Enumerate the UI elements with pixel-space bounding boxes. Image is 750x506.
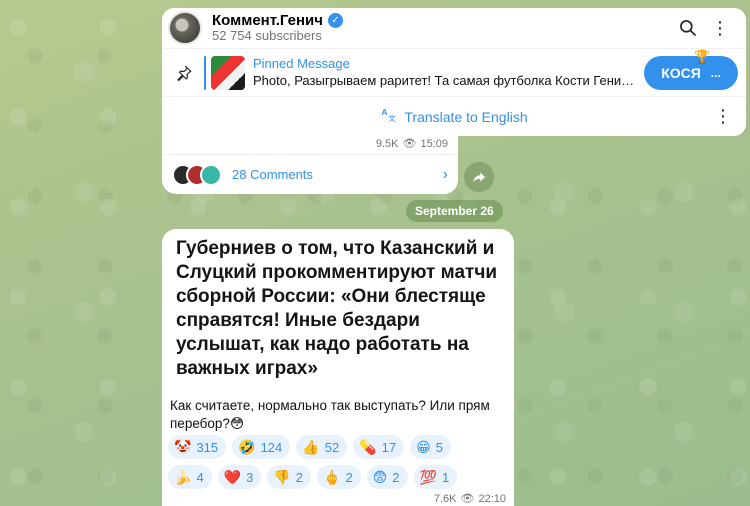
reaction-chip[interactable]: 💯 1: [413, 465, 458, 489]
more-vertical-icon[interactable]: ⋮: [714, 106, 732, 127]
translate-bar[interactable]: A文 Translate to English ⋮: [162, 96, 746, 136]
reaction-count: 2: [295, 469, 304, 485]
reaction-chip[interactable]: 😨 2: [366, 465, 408, 489]
eye-icon: 👁: [460, 493, 475, 505]
reaction-emoji-icon: 👍: [302, 438, 320, 455]
pinned-thumbnail: [211, 55, 245, 90]
reaction-count: 4: [196, 469, 204, 485]
reaction-chip[interactable]: 🖕 2: [317, 465, 361, 489]
reaction-emoji-icon: 🍌: [174, 468, 192, 485]
channel-title: Коммент.Генич: [212, 11, 323, 29]
pinned-preview: Photo, Разыгрываем раритет! Та самая фут…: [253, 72, 638, 88]
pinned-label: Pinned Message: [253, 56, 350, 72]
previous-post-views: 9.5K: [375, 137, 399, 150]
post-headline: Губерниев о том, что Казанский и Слуцкий…: [176, 238, 498, 379]
reaction-chip[interactable]: 👍 52: [296, 435, 348, 459]
comments-button[interactable]: 28 Comments ›: [162, 154, 458, 194]
reaction-emoji-icon: 👎: [273, 468, 291, 485]
channel-avatar[interactable]: [168, 11, 202, 45]
reaction-chip[interactable]: 💊 17: [353, 435, 405, 459]
translate-label: Translate to English: [404, 108, 528, 125]
reactions: 🤡 315 🤣 124 👍 52 💊 17 😁 5 🍌 4 ❤️ 3 👎 2 🖕 2 😨 2 💯 1: [168, 435, 508, 495]
reaction-emoji-icon: 💯: [419, 468, 437, 485]
pinned-message-bar[interactable]: Pinned Message Photo, Разыгрываем рарите…: [162, 48, 746, 96]
reaction-emoji-icon: 💊: [359, 438, 377, 455]
post-views: 7.6K: [433, 492, 457, 505]
reaction-chip[interactable]: ❤️ 3: [217, 465, 262, 489]
reaction-emoji-icon: 😨: [372, 468, 388, 485]
post-text: Как считаете, нормально так выступать? И…: [170, 398, 490, 431]
reaction-count: 1: [441, 469, 450, 485]
reaction-count: 17: [381, 439, 397, 455]
trophy-icon: 🏆: [694, 48, 711, 64]
chat-header[interactable]: Коммент.Генич ✓ 52 754 subscribers ⋮: [162, 8, 746, 48]
more-vertical-icon: ⋮: [711, 17, 729, 38]
svg-text:文: 文: [389, 113, 397, 123]
reaction-count: 3: [246, 469, 254, 485]
reaction-row: 🤡 315 🤣 124 👍 52 💊 17 😁 5: [168, 435, 508, 459]
date-separator: September 26: [406, 200, 503, 222]
previous-post-time: 15:09: [420, 137, 448, 150]
reaction-chip[interactable]: 🍌 4: [168, 465, 212, 489]
pinned-action-dots: ...: [710, 65, 721, 80]
search-button[interactable]: [672, 12, 704, 44]
pinned-indicator: [204, 55, 206, 90]
reaction-count: 2: [345, 469, 353, 485]
post-meta: 7.6K 👁 22:10: [433, 492, 506, 506]
reaction-count: 315: [196, 439, 219, 455]
reaction-chip[interactable]: 🤡 315: [168, 435, 227, 459]
channel-post: Губерниев о том, что Казанский и Слуцкий…: [162, 229, 514, 506]
reaction-count: 52: [324, 439, 340, 455]
reaction-chip[interactable]: 🤣 124: [232, 435, 291, 459]
reaction-emoji-icon: 🤣: [238, 438, 256, 455]
reaction-chip[interactable]: 😁 5: [410, 435, 451, 459]
post-time: 22:10: [478, 492, 506, 505]
more-menu-button[interactable]: ⋮: [704, 12, 736, 44]
share-button[interactable]: [464, 162, 494, 192]
previous-post-meta: 9.5K 👁 15:09: [375, 137, 448, 151]
reaction-emoji-icon: 😁: [416, 438, 431, 455]
reaction-chip[interactable]: 👎 2: [267, 465, 312, 489]
reaction-count: 2: [392, 469, 400, 485]
reaction-emoji-icon: 🤡: [174, 438, 192, 455]
search-icon: [680, 20, 696, 36]
reaction-row: 🍌 4 ❤️ 3 👎 2 🖕 2 😨 2 💯 1: [168, 465, 508, 489]
reaction-emoji-icon: 🖕: [323, 468, 341, 485]
pinned-action-button[interactable]: 🏆 КОСЯ ...: [644, 49, 738, 90]
translate-icon: A文: [380, 105, 398, 128]
verified-icon: ✓: [327, 13, 343, 29]
commenter-avatar: [200, 163, 222, 186]
reaction-count: 5: [435, 439, 443, 455]
subscriber-count: 52 754 subscribers: [212, 28, 322, 44]
eye-icon: 👁: [402, 138, 417, 150]
chevron-right-icon: ›: [442, 165, 448, 183]
share-icon: [473, 172, 485, 183]
pinned-action-label: КОСЯ: [661, 64, 701, 81]
reaction-count: 124: [260, 439, 283, 455]
pin-icon[interactable]: [170, 64, 198, 82]
svg-text:A: A: [382, 108, 388, 117]
comments-label: 28 Comments: [232, 167, 313, 182]
reaction-emoji-icon: ❤️: [223, 468, 242, 485]
